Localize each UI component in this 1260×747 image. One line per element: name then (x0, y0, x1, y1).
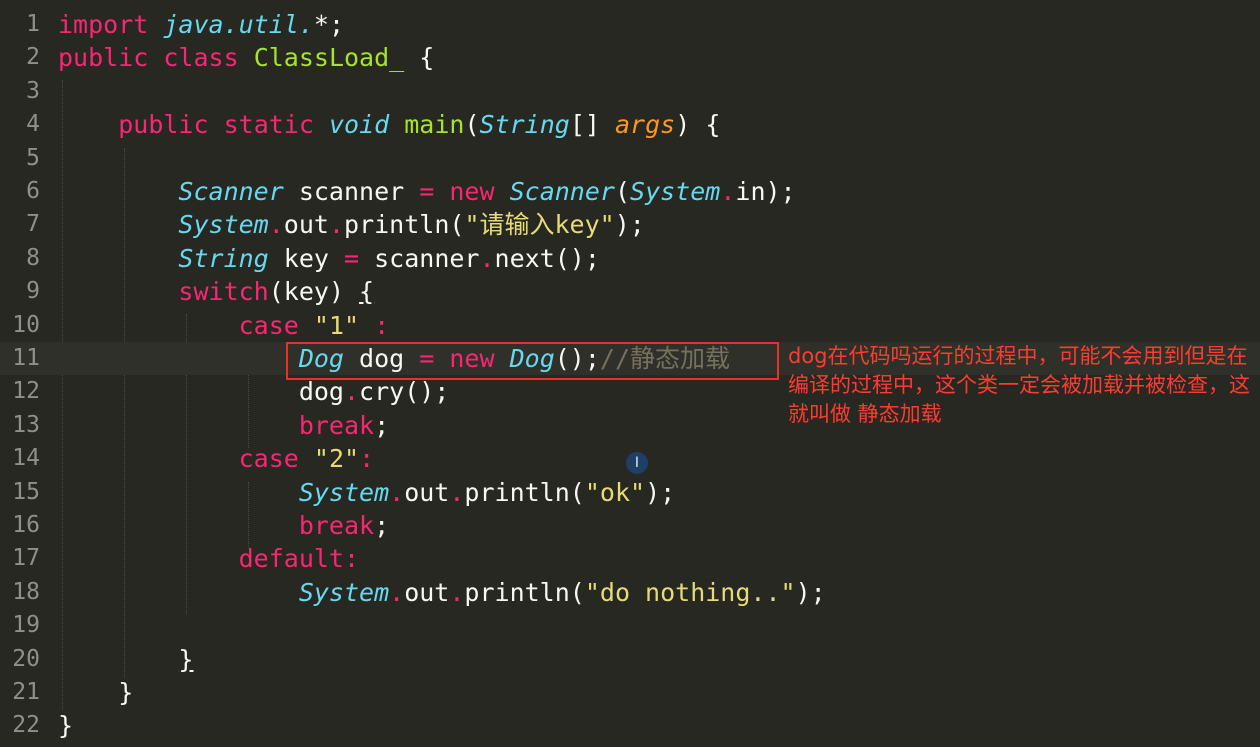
line-number: 17 (12, 545, 40, 572)
line-number: 7 (26, 211, 40, 238)
line-number: 20 (12, 645, 40, 672)
code-line-18[interactable]: 18 System.out.println("do nothing.."); (0, 576, 1260, 609)
code-line-4[interactable]: 4 public static void main(String[] args)… (0, 108, 1260, 141)
code-line-1[interactable]: 1 import java.util.*; (0, 8, 1260, 41)
code-line-7[interactable]: 7 System.out.println("请输入key"); (0, 208, 1260, 241)
line-number: 9 (26, 278, 40, 305)
code-text: switch(key) { (178, 277, 375, 307)
line-number: 6 (26, 178, 40, 204)
code-line-17[interactable]: 17 default: (0, 542, 1260, 575)
line-number: 8 (26, 244, 40, 271)
line-number: 3 (26, 77, 40, 104)
code-line-20[interactable]: 20 } (0, 643, 1260, 676)
code-text: } (118, 678, 134, 707)
line-number: 14 (12, 445, 40, 472)
code-text: System.out.println("do nothing.."); (298, 577, 826, 607)
code-text: String key = scanner.next(); (178, 243, 600, 273)
code-line-15[interactable]: 15 System.out.println("ok"); (0, 476, 1260, 509)
code-line-6[interactable]: 6 Scanner scanner = new Scanner(System.i… (0, 175, 1260, 208)
code-text: import java.util.*; (58, 10, 344, 39)
code-text: } (58, 711, 74, 741)
code-line-19[interactable]: 19 (0, 609, 1260, 642)
line-number: 11 (12, 345, 40, 371)
code-editor[interactable]: 1 import java.util.*; 2 public class Cla… (0, 0, 1260, 747)
code-text: case "2": (238, 444, 375, 474)
line-number: 22 (12, 712, 40, 739)
code-text: default: (238, 544, 360, 574)
code-line-8[interactable]: 8 String key = scanner.next(); (0, 242, 1260, 275)
code-text: Scanner scanner = new Scanner(System.in)… (178, 177, 796, 206)
code-line-3[interactable]: 3 (0, 75, 1260, 108)
code-line-10[interactable]: 10 case "1" : (0, 309, 1260, 342)
code-text: } (178, 644, 194, 674)
text-cursor-icon: I (626, 452, 648, 474)
line-number: 2 (26, 44, 40, 71)
line-number: 15 (12, 478, 40, 505)
code-line-22[interactable]: 22 } (0, 709, 1260, 742)
code-text: System.out.println("ok"); (298, 477, 676, 507)
code-text: System.out.println("请输入key"); (178, 210, 645, 240)
line-number: 12 (12, 378, 40, 405)
code-line-16[interactable]: 16 break; (0, 509, 1260, 542)
line-number: 16 (12, 512, 40, 538)
annotation-note: dog在代码吗运行的过程中，可能不会用到但是在编译的过程中，这个类一定会被加载并… (788, 344, 1250, 426)
line-number: 21 (12, 679, 40, 705)
code-text: break; (298, 410, 390, 440)
line-number: 13 (12, 411, 40, 438)
line-number: 4 (26, 111, 40, 138)
code-text: break; (298, 511, 390, 540)
line-number: 1 (26, 11, 40, 37)
highlight-box (286, 342, 779, 380)
code-text: case "1" : (238, 310, 390, 340)
code-line-2[interactable]: 2 public class ClassLoad_ { (0, 41, 1260, 74)
line-number: 18 (12, 578, 40, 605)
code-text: dog.cry(); (298, 377, 450, 407)
line-number: 5 (26, 144, 40, 171)
code-line-21[interactable]: 21 } (0, 676, 1260, 709)
line-number: 19 (12, 612, 40, 639)
code-line-9[interactable]: 9 switch(key) { (0, 275, 1260, 308)
line-number: 10 (12, 311, 40, 338)
code-line-5[interactable]: 5 (0, 142, 1260, 175)
code-text: public static void main(String[] args) { (118, 110, 721, 140)
code-text: public class ClassLoad_ { (58, 43, 435, 73)
